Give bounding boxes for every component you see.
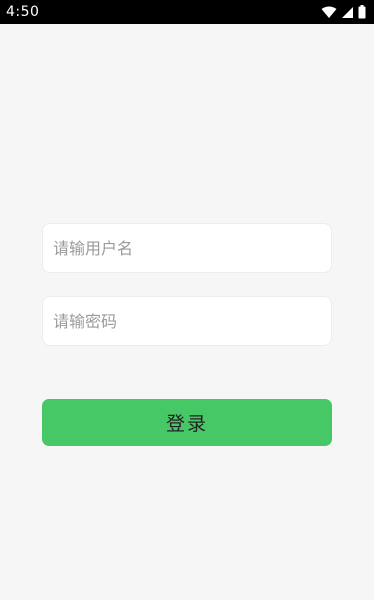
login-button[interactable]: 登录 [42,399,332,446]
status-bar: 4:50 [0,0,374,24]
wifi-icon [321,6,337,18]
status-icons [321,5,366,19]
username-input[interactable] [42,223,332,273]
password-input[interactable] [42,296,332,346]
battery-icon [358,5,366,19]
signal-icon [342,6,353,18]
status-time: 4:50 [6,4,40,20]
